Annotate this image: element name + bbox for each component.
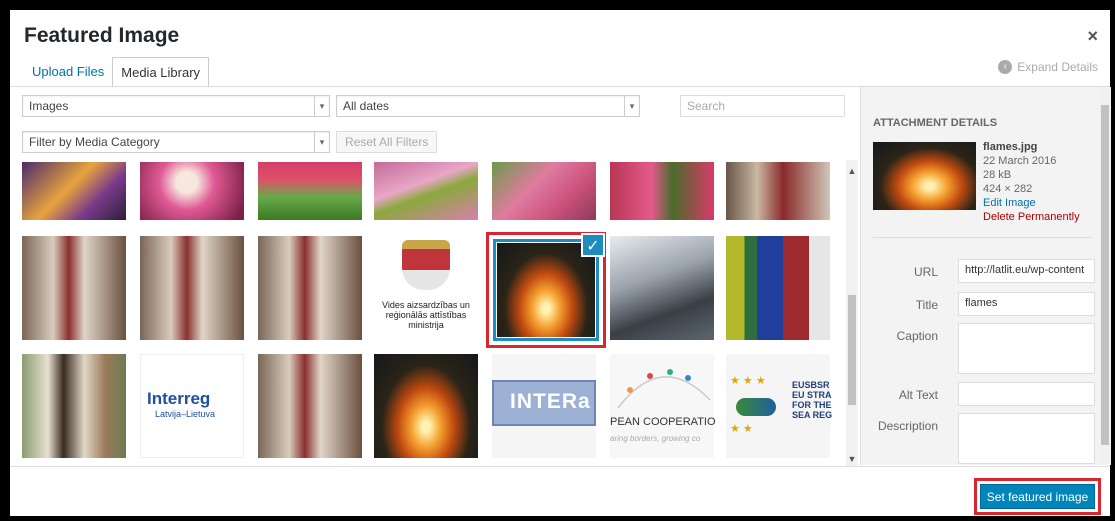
interreg-subtitle: Latvija–Lietuva xyxy=(155,409,216,419)
details-separator xyxy=(873,237,1091,238)
description-field[interactable] xyxy=(958,413,1095,464)
media-item[interactable] xyxy=(140,236,244,340)
arc-dots-icon xyxy=(617,369,711,409)
attachment-preview xyxy=(873,142,976,210)
media-item[interactable]: PEAN COOPERATIO aring borders, growing c… xyxy=(610,354,716,458)
eu-stars-icon: ★ ★ ★ xyxy=(730,375,766,387)
media-item[interactable]: Vides aizsardzības un reģionālās attīstī… xyxy=(374,236,478,340)
details-scrollbar[interactable] xyxy=(1099,87,1111,465)
set-featured-image-button[interactable]: Set featured image xyxy=(980,484,1095,509)
chevron-down-icon: ▾ xyxy=(624,96,639,116)
alt-text-field[interactable] xyxy=(958,382,1095,406)
caption-label: Caption xyxy=(896,329,938,343)
checkmark-icon[interactable]: ✓ xyxy=(581,233,605,257)
media-item[interactable] xyxy=(22,236,126,340)
chevron-down-icon[interactable]: ▼ xyxy=(846,454,858,464)
intera-text: INTERa xyxy=(510,390,591,413)
coat-caption: Vides aizsardzības un reģionālās attīstī… xyxy=(382,300,470,330)
reset-filters-button[interactable]: Reset All Filters xyxy=(336,131,438,153)
media-item-selected[interactable]: ✓ xyxy=(486,232,606,348)
attachment-size: 28 kB xyxy=(983,169,1012,181)
media-type-value: Images xyxy=(29,99,69,113)
media-item[interactable] xyxy=(374,162,478,220)
media-item[interactable] xyxy=(726,162,830,220)
url-field[interactable]: http://latlit.eu/wp-content xyxy=(958,259,1095,283)
media-item[interactable] xyxy=(726,236,830,340)
eu-stars-icon: ★ ★ xyxy=(730,423,753,435)
highlight-outline: Set featured image xyxy=(974,478,1101,515)
media-item[interactable] xyxy=(22,162,126,220)
attachment-details-heading: Attachment Details xyxy=(873,117,998,129)
eusbsr-text: EUSBSR EU STRA FOR THE SEA REG xyxy=(792,380,833,420)
media-item[interactable] xyxy=(610,236,714,340)
media-item[interactable] xyxy=(610,162,714,220)
coat-of-arms-icon xyxy=(402,240,450,290)
media-item[interactable]: INTERa xyxy=(492,354,596,458)
media-item[interactable] xyxy=(258,162,362,220)
date-select[interactable]: All dates ▾ xyxy=(336,95,640,117)
expand-details-label: Expand Details xyxy=(1017,60,1098,74)
grid-scrollbar[interactable]: ▲ ▼ xyxy=(846,160,858,466)
attachment-dimensions: 424 × 282 xyxy=(983,183,1033,195)
modal-tabs: Upload Files Media Library xyxy=(24,57,210,88)
featured-image-modal: Featured Image × Upload Files Media Libr… xyxy=(10,10,1111,516)
chevron-left-icon: ‹ xyxy=(998,60,1013,74)
coop-subtext: aring borders, growing co xyxy=(610,434,701,443)
modal-footer: Set featured image xyxy=(10,466,1110,516)
media-item[interactable] xyxy=(492,162,596,220)
media-item[interactable] xyxy=(22,354,126,458)
attachment-details-panel: Attachment Details flames.jpg 22 March 2… xyxy=(860,87,1111,465)
media-item[interactable]: ★ ★ ★ EUSBSR EU STRA FOR THE SEA REG ★ ★ xyxy=(726,354,833,458)
coop-text: PEAN COOPERATIO xyxy=(610,416,716,428)
media-item[interactable] xyxy=(258,236,362,340)
close-icon[interactable]: × xyxy=(1087,26,1098,47)
media-item[interactable] xyxy=(140,162,244,220)
flames-thumbnail xyxy=(497,243,595,337)
caption-field[interactable] xyxy=(958,323,1095,374)
title-field[interactable]: flames xyxy=(958,292,1095,316)
tab-media-library[interactable]: Media Library xyxy=(112,57,210,88)
expand-details-toggle[interactable]: ‹ Expand Details xyxy=(998,60,1098,74)
media-category-value: Filter by Media Category xyxy=(29,135,160,149)
scrollbar-thumb[interactable] xyxy=(848,295,856,405)
chevron-down-icon: ▾ xyxy=(314,96,329,116)
url-label: URL xyxy=(913,265,938,279)
interreg-title: Interreg xyxy=(147,389,211,408)
date-value: All dates xyxy=(343,99,390,113)
title-label: Title xyxy=(915,298,938,312)
modal-title: Featured Image xyxy=(24,24,180,47)
media-category-select[interactable]: Filter by Media Category ▾ xyxy=(22,131,330,153)
media-item[interactable]: Interreg Latvija–Lietuva xyxy=(140,354,244,458)
chevron-up-icon[interactable]: ▲ xyxy=(846,166,858,176)
alt-text-label: Alt Text xyxy=(898,388,938,402)
attachment-date: 22 March 2016 xyxy=(983,155,1057,167)
edit-image-link[interactable]: Edit Image xyxy=(983,196,1080,210)
media-item[interactable] xyxy=(258,354,362,458)
media-type-select[interactable]: Images ▾ xyxy=(22,95,330,117)
tab-upload-files[interactable]: Upload Files xyxy=(24,57,112,88)
description-label: Description xyxy=(877,419,938,433)
media-grid: Vides aizsardzības un reģionālās attīstī… xyxy=(10,158,858,468)
delete-permanently-link[interactable]: Delete Permanently xyxy=(983,210,1080,224)
attachment-filename: flames.jpg xyxy=(983,141,1038,153)
search-input[interactable]: Search xyxy=(680,95,845,117)
attachment-meta: flames.jpg 22 March 2016 28 kB 424 × 282… xyxy=(983,140,1080,224)
scrollbar-thumb[interactable] xyxy=(1101,105,1109,445)
media-toolbar: Images ▾ All dates ▾ Search Filter by Me… xyxy=(10,87,858,157)
media-item[interactable] xyxy=(374,354,478,458)
chevron-down-icon: ▾ xyxy=(314,132,329,152)
